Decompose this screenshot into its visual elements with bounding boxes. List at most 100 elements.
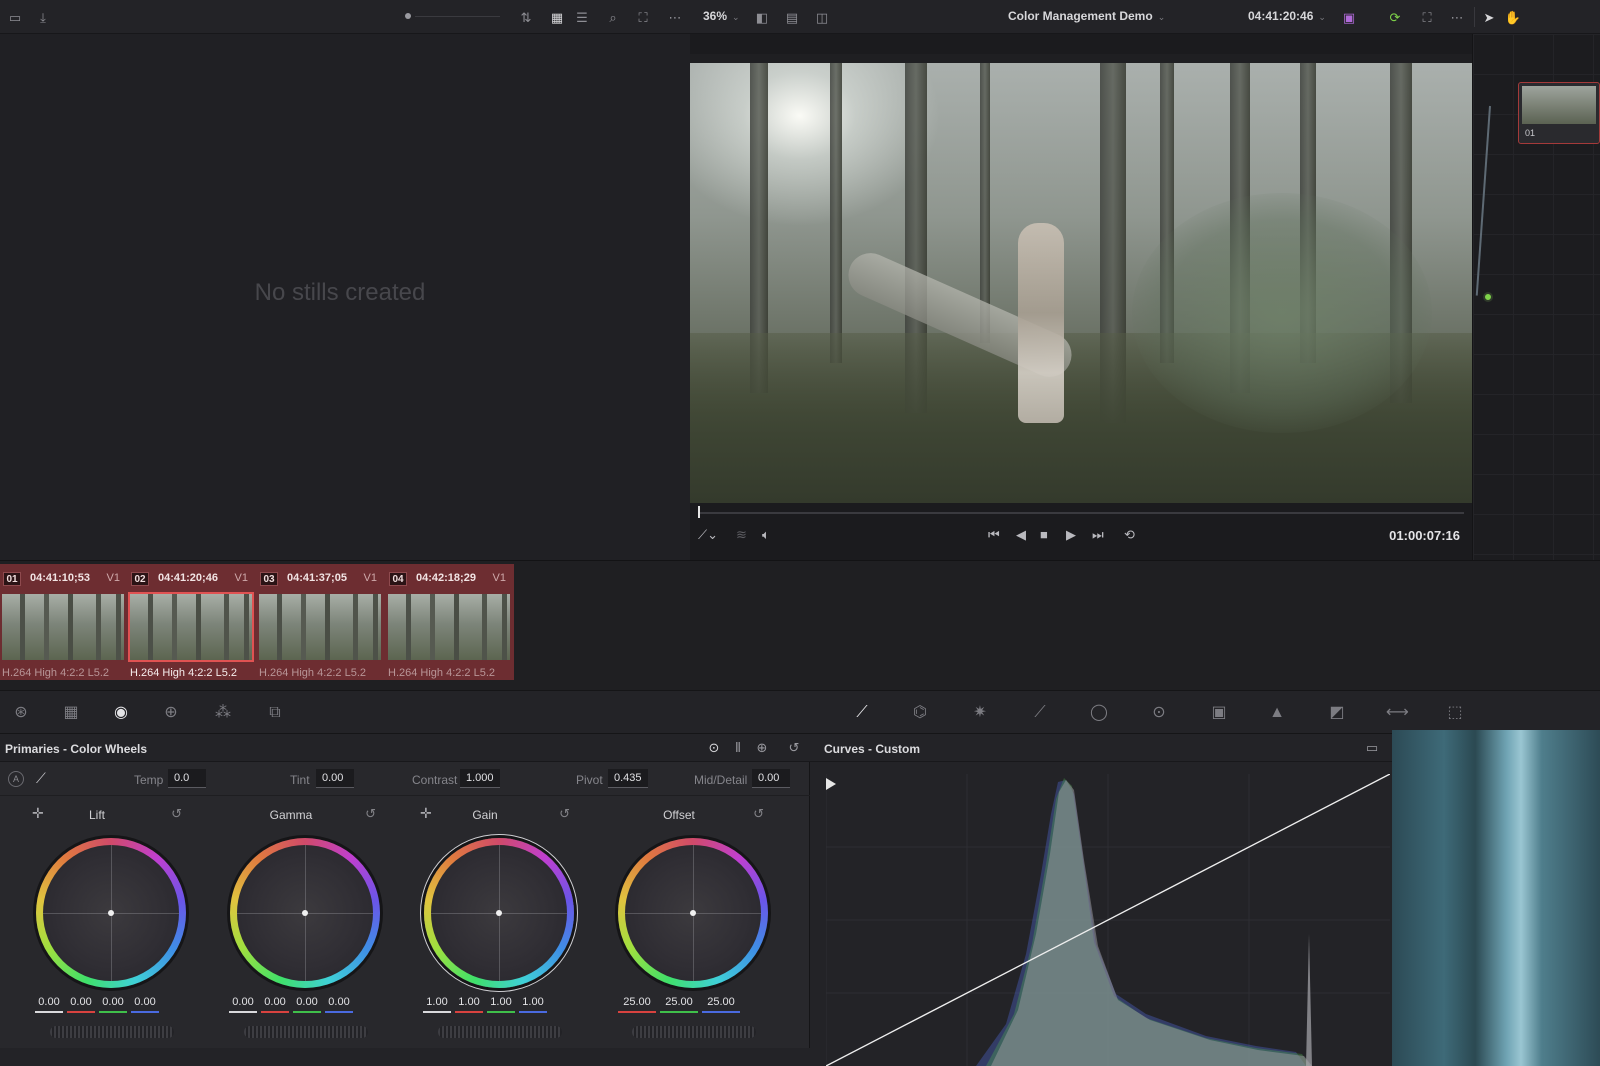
go-to-end-icon[interactable]: ⏭︎: [1092, 528, 1104, 542]
tint-field[interactable]: 0.00: [316, 769, 354, 788]
panel-toggle-icon[interactable]: ▭: [6, 8, 24, 26]
eyedropper-icon[interactable]: ⟋: [1029, 703, 1051, 723]
wheel-center-handle[interactable]: [108, 910, 114, 916]
lift-master-wheel[interactable]: [50, 1026, 174, 1038]
import-still-icon[interactable]: ⤓: [34, 8, 52, 26]
pointer-tool-icon[interactable]: ➤: [1480, 8, 1498, 26]
curves-options-icon[interactable]: ▭: [1364, 740, 1380, 756]
reset-icon[interactable]: ↺: [365, 806, 376, 822]
gamma-g-value[interactable]: 0.00: [293, 996, 321, 1013]
lift-g-value[interactable]: 0.00: [99, 996, 127, 1013]
zoom-level[interactable]: 36% ⌄: [703, 9, 740, 23]
curve-play-icon[interactable]: [826, 778, 836, 790]
thumbnail-size-slider-track[interactable]: [415, 16, 500, 17]
loop-icon[interactable]: ⟲: [1124, 528, 1135, 542]
key-icon[interactable]: ◩: [1326, 703, 1348, 723]
auto-balance-icon[interactable]: A: [8, 771, 24, 787]
curves-icon[interactable]: ⟋: [851, 703, 873, 723]
qualifier-icon[interactable]: ✷: [969, 703, 991, 723]
clip-image[interactable]: [388, 594, 510, 660]
clip-image[interactable]: [128, 592, 254, 662]
refresh-icon[interactable]: ⟳: [1386, 8, 1404, 26]
hdr-wheels-icon[interactable]: ⊕: [160, 703, 182, 723]
timecode-display[interactable]: 04:41:20:46 ⌄: [1248, 9, 1326, 23]
reset-panel-icon[interactable]: ↺: [786, 740, 802, 756]
thumbnail-size-slider-knob[interactable]: [405, 13, 411, 19]
fullscreen-gallery-icon[interactable]: ⛶: [634, 8, 652, 26]
pivot-field[interactable]: 0.435: [608, 769, 648, 788]
reset-icon[interactable]: ↺: [753, 806, 764, 822]
bars-mode-icon[interactable]: ⦀: [730, 740, 746, 756]
offset-master-wheel[interactable]: [632, 1026, 756, 1038]
viewer-options-icon[interactable]: ⋯: [1448, 8, 1466, 26]
clip-image[interactable]: [259, 594, 381, 660]
clip-thumbnail-02[interactable]: 02 04:41:20;46 V1 H.264 High 4:2:2 L5.2: [128, 564, 256, 680]
temp-field[interactable]: 0.0: [168, 769, 206, 788]
mid-detail-field[interactable]: 0.00: [752, 769, 790, 788]
picker-icon[interactable]: ⟋⌄: [698, 528, 718, 542]
wheels-mode-icon[interactable]: ⊙: [706, 740, 722, 756]
color-warper-icon[interactable]: ⌬: [909, 703, 931, 723]
fullscreen-viewer-icon[interactable]: ⛶: [1418, 8, 1436, 26]
gamma-y-value[interactable]: 0.00: [229, 996, 257, 1013]
lift-b-value[interactable]: 0.00: [131, 996, 159, 1013]
sort-icon[interactable]: ⇅: [517, 8, 535, 26]
split-view-icon[interactable]: ▤: [783, 8, 801, 26]
playhead[interactable]: [698, 506, 700, 518]
offset-g-value[interactable]: 25.00: [660, 996, 698, 1013]
window-icon[interactable]: ◯: [1088, 703, 1110, 723]
wheel-center-handle[interactable]: [690, 910, 696, 916]
corrector-node[interactable]: 01: [1518, 82, 1600, 144]
gamma-r-value[interactable]: 0.00: [261, 996, 289, 1013]
project-title[interactable]: Color Management Demo ⌄: [1008, 9, 1165, 23]
clip-image[interactable]: [2, 594, 124, 660]
more-options-icon[interactable]: ⋯: [666, 8, 684, 26]
color-match-icon[interactable]: ▦: [60, 703, 82, 723]
scrubber-track[interactable]: [698, 512, 1464, 514]
magic-mask-icon[interactable]: ▣: [1208, 703, 1230, 723]
layers-icon[interactable]: ≋: [736, 528, 747, 542]
contrast-field[interactable]: 1.000: [460, 769, 500, 788]
clip-thumbnail-01[interactable]: 01 04:41:10;53 V1 H.264 High 4:2:2 L5.2: [0, 564, 128, 680]
list-view-icon[interactable]: ☰: [573, 8, 591, 26]
wheel-center-handle[interactable]: [496, 910, 502, 916]
volume-icon[interactable]: 🔈︎: [762, 528, 770, 542]
gain-r-value[interactable]: 1.00: [455, 996, 483, 1013]
gain-g-value[interactable]: 1.00: [487, 996, 515, 1013]
lift-r-value[interactable]: 0.00: [67, 996, 95, 1013]
step-back-icon[interactable]: ◀: [1016, 528, 1026, 542]
blur-icon[interactable]: ▲: [1266, 703, 1288, 723]
clip-thumbnail-03[interactable]: 03 04:41:37;05 V1 H.264 High 4:2:2 L5.2: [257, 564, 385, 680]
lift-y-value[interactable]: 0.00: [35, 996, 63, 1013]
rgb-mixer-icon[interactable]: ⁂: [212, 703, 234, 723]
offset-r-value[interactable]: 25.00: [618, 996, 656, 1013]
white-balance-picker-icon[interactable]: ⟋: [36, 770, 46, 787]
hand-tool-icon[interactable]: ✋: [1504, 8, 1522, 26]
go-to-start-icon[interactable]: ⏮︎: [988, 528, 1000, 542]
motion-effects-icon[interactable]: ⧉: [264, 703, 286, 723]
gain-master-wheel[interactable]: [438, 1026, 562, 1038]
search-icon[interactable]: ⌕: [604, 8, 622, 26]
reset-icon[interactable]: ↺: [171, 806, 182, 822]
camera-raw-icon[interactable]: ⊛: [10, 703, 32, 723]
wheel-center-handle[interactable]: [302, 910, 308, 916]
reset-icon[interactable]: ↺: [559, 806, 570, 822]
wipe-view-icon[interactable]: ◫: [813, 8, 831, 26]
gain-y-value[interactable]: 1.00: [423, 996, 451, 1013]
log-mode-icon[interactable]: ⊕: [754, 740, 770, 756]
node-output-connector[interactable]: [1483, 292, 1493, 302]
curves-graph[interactable]: [826, 774, 1390, 1066]
3d-icon[interactable]: ⬚: [1444, 703, 1466, 723]
color-space-icon[interactable]: ▣: [1340, 8, 1358, 26]
gamma-b-value[interactable]: 0.00: [325, 996, 353, 1013]
node-editor[interactable]: 01: [1472, 34, 1600, 560]
play-icon[interactable]: ▶: [1066, 528, 1076, 542]
grid-view-icon[interactable]: ▦: [548, 8, 566, 26]
single-view-icon[interactable]: ◧: [753, 8, 771, 26]
stop-icon[interactable]: ■: [1040, 528, 1048, 542]
offset-b-value[interactable]: 25.00: [702, 996, 740, 1013]
clip-thumbnail-04[interactable]: 04 04:42:18;29 V1 H.264 High 4:2:2 L5.2: [386, 564, 514, 680]
video-frame[interactable]: [690, 63, 1472, 503]
gamma-master-wheel[interactable]: [244, 1026, 368, 1038]
gain-b-value[interactable]: 1.00: [519, 996, 547, 1013]
